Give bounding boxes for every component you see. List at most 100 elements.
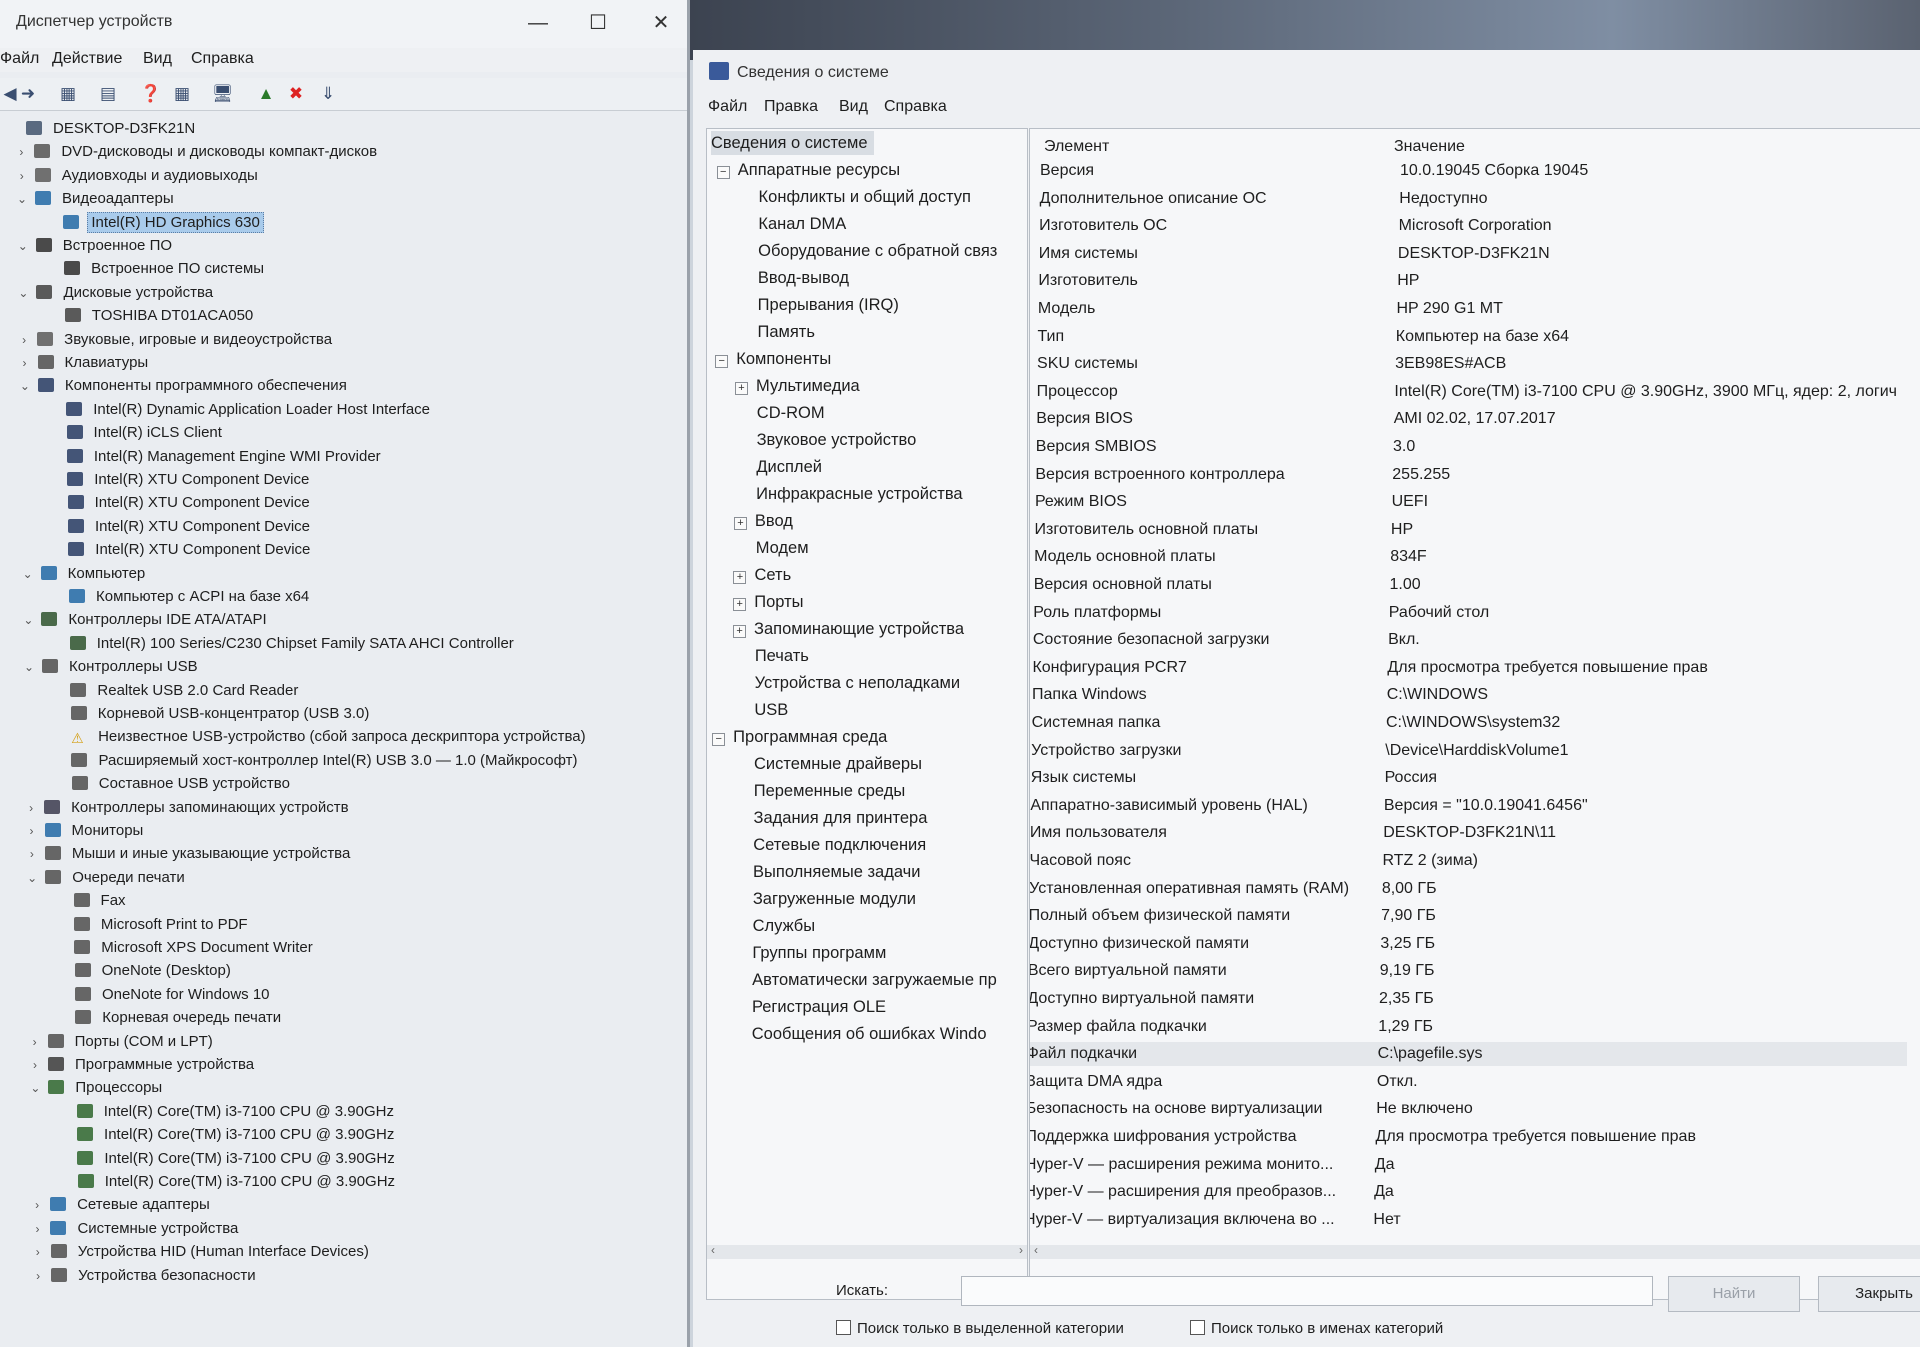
table-row[interactable]: Процессор Intel(R) Core(TM) i3-7100 CPU @… xyxy=(1037,380,1917,404)
table-row[interactable]: Всего виртуальной памяти 9,19 ГБ xyxy=(1030,959,1908,983)
table-row[interactable]: Защита DMA ядра Откл. xyxy=(1030,1070,1906,1094)
chevron-down-icon[interactable]: ⌄ xyxy=(18,375,32,397)
device-tree-item[interactable]: ⌄ Видеоадаптеры xyxy=(15,188,177,210)
expand-icon[interactable]: + xyxy=(733,517,747,530)
expand-icon[interactable]: + xyxy=(733,625,747,638)
category-tree-item[interactable]: Сообщения об ошибках Windo xyxy=(752,1022,987,1046)
maximize-icon[interactable]: ☐ xyxy=(585,10,611,36)
collapse-icon[interactable]: − xyxy=(715,355,729,368)
chevron-right-icon[interactable]: › xyxy=(30,1218,44,1240)
category-tree-item[interactable]: Автоматически загружаемые пр xyxy=(752,968,997,992)
table-row[interactable]: SKU системы 3EB98ES#ACB xyxy=(1037,352,1917,376)
device-tree-item[interactable]: Расширяемый хост-контроллер Intel(R) USB… xyxy=(51,750,580,772)
table-row[interactable]: Тип Компьютер на базе x64 xyxy=(1037,325,1917,349)
table-row[interactable]: Версия встроенного контроллера 255.255 xyxy=(1035,463,1915,487)
category-tree-item[interactable]: Память xyxy=(757,320,814,344)
device-tree-item[interactable]: › Контроллеры запоминающих устройств xyxy=(24,797,351,819)
device-tree-item[interactable]: Intel(R) Management Engine WMI Provider xyxy=(47,446,384,468)
table-row[interactable]: Язык системы Россия xyxy=(1031,766,1911,790)
horizontal-scrollbar[interactable]: ‹ › xyxy=(707,1243,1027,1259)
menu-help[interactable]: Справка xyxy=(191,50,254,68)
scroll-right-icon[interactable]: › xyxy=(1019,1243,1023,1257)
category-tree-item[interactable]: − Аппаратные ресурсы xyxy=(716,158,900,182)
scroll-left-icon[interactable]: ‹ xyxy=(1034,1243,1038,1257)
table-row[interactable]: Установленная оперативная память (RAM) 8,… xyxy=(1030,877,1909,901)
checkbox-icon[interactable] xyxy=(1190,1320,1205,1335)
search-input[interactable] xyxy=(961,1276,1653,1306)
close-icon[interactable]: ✕ xyxy=(648,10,674,36)
device-tree-item[interactable]: Intel(R) 100 Series/C230 Chipset Family … xyxy=(50,633,517,655)
device-tree-item[interactable]: ⌄ Контроллеры IDE ATA/ATAPI xyxy=(21,609,269,631)
device-tree-item[interactable]: Intel(R) XTU Component Device xyxy=(48,516,313,538)
device-tree-item[interactable]: DESKTOP-D3FK21N xyxy=(6,118,198,140)
category-tree-item[interactable]: + Ввод xyxy=(733,509,793,533)
chevron-right-icon[interactable]: › xyxy=(24,797,38,819)
table-row[interactable]: Hyper-V — расширения режима монито... Да xyxy=(1030,1153,1905,1177)
category-tree-item[interactable]: Системные драйверы xyxy=(754,752,922,776)
column-header-value[interactable]: Значение xyxy=(1394,138,1465,156)
menu-view[interactable]: Вид xyxy=(143,50,172,68)
table-row[interactable]: Системная папка C:\WINDOWS\system32 xyxy=(1032,711,1912,735)
table-row[interactable]: Часовой пояс RTZ 2 (зима) xyxy=(1030,849,1910,873)
device-tree-item[interactable]: › Мыши и иные указывающие устройства xyxy=(25,843,353,865)
device-tree-item[interactable]: Intel(R) Core(TM) i3-7100 CPU @ 3.90GHz xyxy=(57,1124,397,1146)
device-tree-item[interactable]: › Системные устройства xyxy=(30,1218,241,1240)
chevron-right-icon[interactable]: › xyxy=(25,820,39,842)
device-tree-item[interactable]: ⌄ Процессоры xyxy=(28,1077,165,1099)
menu-action[interactable]: Действие xyxy=(52,50,122,68)
search-category-names-checkbox[interactable]: Поиск только в именах категорий xyxy=(1190,1320,1443,1337)
category-tree-item[interactable]: − Компоненты xyxy=(715,347,831,371)
table-row[interactable]: Доступно физической памяти 3,25 ГБ xyxy=(1030,932,1908,956)
device-tree-item[interactable]: Intel(R) Core(TM) i3-7100 CPU @ 3.90GHz xyxy=(57,1148,397,1170)
table-row[interactable]: Дополнительное описание ОС Недоступно xyxy=(1040,187,1920,211)
chevron-right-icon[interactable]: › xyxy=(15,165,29,187)
device-tree-item[interactable]: TOSHIBA DT01ACA050 xyxy=(45,305,256,327)
chevron-right-icon[interactable]: › xyxy=(31,1265,45,1287)
category-tree-item[interactable]: Дисплей xyxy=(756,455,822,479)
device-tree-item[interactable]: Встроенное ПО системы xyxy=(44,258,267,280)
device-tree-item[interactable]: Realtek USB 2.0 Card Reader xyxy=(50,680,301,702)
scroll-left-icon[interactable]: ‹ xyxy=(711,1243,715,1257)
chevron-right-icon[interactable]: › xyxy=(31,1241,45,1263)
table-row[interactable]: Доступно виртуальной памяти 2,35 ГБ xyxy=(1030,987,1907,1011)
table-row[interactable]: Изготовитель HP xyxy=(1038,269,1918,293)
column-header-item[interactable]: Элемент xyxy=(1044,138,1109,156)
device-tree-item[interactable]: › Аудиовходы и аудиовыходы xyxy=(15,165,261,187)
device-tree-item[interactable]: Intel(R) XTU Component Device xyxy=(47,469,312,491)
category-tree-item[interactable]: − Программная среда xyxy=(712,725,887,749)
table-row[interactable]: Роль платформы Рабочий стол xyxy=(1033,601,1913,625)
category-tree-item[interactable]: Загруженные модули xyxy=(753,887,916,911)
category-tree-item[interactable]: Модем xyxy=(756,536,809,560)
category-tree-item[interactable]: USB xyxy=(754,698,788,722)
download-icon[interactable]: ⇓ xyxy=(318,84,338,104)
category-tree-item[interactable]: Регистрация OLE xyxy=(752,995,886,1019)
table-row[interactable]: Hyper-V — расширения для преобразов... Да xyxy=(1030,1180,1904,1204)
device-tree-item[interactable]: Составное USB устройство xyxy=(52,773,293,795)
table-row[interactable]: Состояние безопасной загрузки Вкл. xyxy=(1033,628,1913,652)
device-tree-item[interactable]: › Клавиатуры xyxy=(18,352,152,374)
device-tree-item[interactable]: Intel(R) Core(TM) i3-7100 CPU @ 3.90GHz xyxy=(58,1171,398,1193)
device-tree-item[interactable]: ⚠ Неизвестное USB-устройство (сбой запрос… xyxy=(51,726,589,748)
category-tree-item[interactable]: Канал DMA xyxy=(758,212,846,236)
chevron-right-icon[interactable]: › xyxy=(17,329,31,351)
chevron-down-icon[interactable]: ⌄ xyxy=(22,656,36,678)
show-hide-console-tree-icon[interactable]: ▦ xyxy=(58,84,78,104)
device-tree-item[interactable]: › Мониторы xyxy=(25,820,147,842)
menu-file[interactable]: Файл xyxy=(708,98,747,116)
device-tree-item[interactable]: Intel(R) Core(TM) i3-7100 CPU @ 3.90GHz xyxy=(57,1101,397,1123)
category-tree-item[interactable]: Переменные среды xyxy=(754,779,905,803)
category-tree-item[interactable]: Конфликты и общий доступ xyxy=(759,185,971,209)
table-row[interactable]: Конфигурация PCR7 Для просмотра требуется… xyxy=(1032,656,1912,680)
device-tree-item[interactable]: › DVD-дисководы и дисководы компакт-диско… xyxy=(14,141,380,163)
device-tree-item[interactable]: Компьютер с ACPI на базе x64 xyxy=(49,586,312,608)
device-tree-item[interactable]: Microsoft Print to PDF xyxy=(54,914,251,936)
close-button[interactable]: Закрыть xyxy=(1818,1276,1920,1312)
device-tree-item[interactable]: › Звуковые, игровые и видеоустройства xyxy=(17,329,335,351)
device-tree-item[interactable]: Intel(R) XTU Component Device xyxy=(48,492,313,514)
device-tree-item[interactable]: Intel(R) Dynamic Application Loader Host… xyxy=(46,399,433,421)
table-row[interactable]: Модель основной платы 834F xyxy=(1034,545,1914,569)
device-tree-item[interactable]: Intel(R) XTU Component Device xyxy=(48,539,313,561)
device-tree-item[interactable]: › Сетевые адаптеры xyxy=(30,1194,213,1216)
table-row[interactable]: Поддержка шифрования устройства Для просм… xyxy=(1030,1125,1905,1149)
chevron-right-icon[interactable]: › xyxy=(25,843,39,865)
